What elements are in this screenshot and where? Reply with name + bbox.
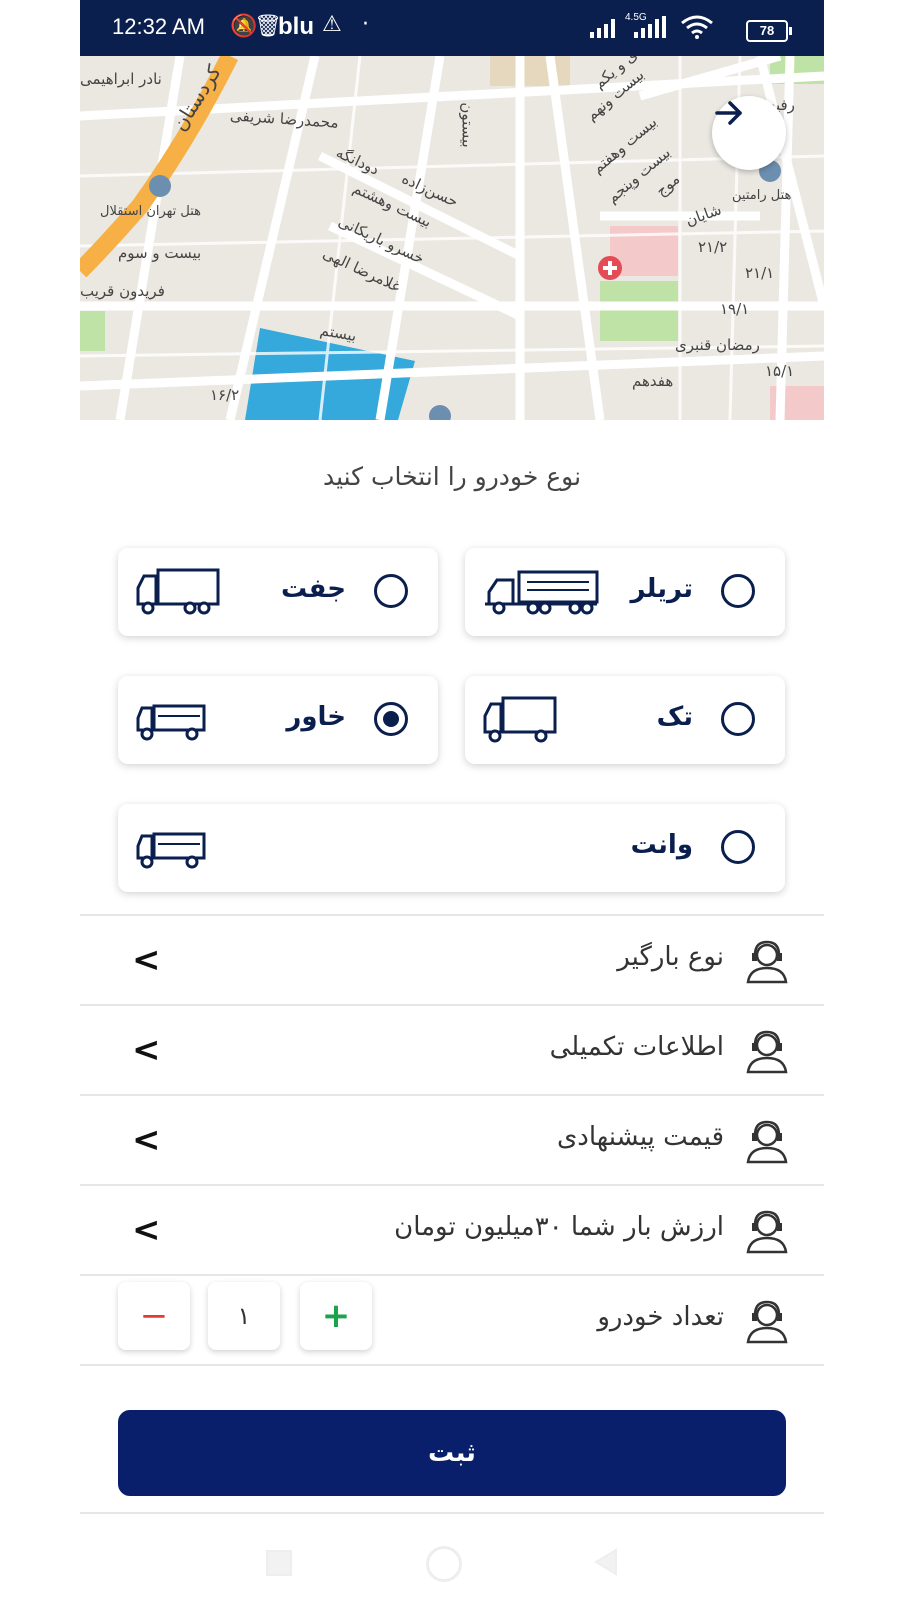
- system-nav-bar: [80, 1530, 824, 1600]
- map-label: ۱۶/۲: [210, 386, 240, 404]
- khavar-label: خاور: [286, 702, 346, 732]
- map-label: بیست و سوم: [118, 244, 202, 262]
- chevron-left-icon: <: [132, 1120, 161, 1160]
- map-label: رمضان قنبری: [675, 336, 760, 354]
- map-label: بیستون: [458, 102, 477, 148]
- chevron-left-icon: <: [132, 1030, 161, 1070]
- notification-dot-icon: ·: [362, 12, 369, 37]
- vanet-label: وانت: [630, 830, 693, 860]
- tak-truck-icon: [483, 696, 557, 743]
- row-vehicle-count: تعداد خودرو: [80, 1276, 824, 1364]
- offer-price-label: قیمت پیشنهادی: [556, 1122, 724, 1152]
- trailer-truck-icon: [485, 570, 599, 615]
- decrement-button[interactable]: −: [118, 1282, 190, 1350]
- chevron-left-icon: <: [132, 940, 161, 980]
- status-time: 12:32 AM: [112, 14, 205, 39]
- support-agent-icon: [746, 1030, 788, 1074]
- map-label: ۱۵/۱: [765, 362, 795, 380]
- quantity-value: ۱: [237, 1302, 251, 1330]
- cargo-value-label: ارزش بار شما ۳۰میلیون تومان: [394, 1212, 724, 1242]
- submit-button[interactable]: ثبت: [118, 1410, 786, 1496]
- joft-radio[interactable]: [374, 574, 408, 608]
- joft-label: جفت: [281, 574, 346, 604]
- battery-icon: 78: [746, 20, 792, 42]
- support-agent-icon: [746, 1300, 788, 1344]
- app-screen: 12:32 AM 🔕 🗑 blu ⚠ · 4.5G 78 نادر ابراهی…: [80, 0, 824, 1600]
- recents-icon[interactable]: [266, 1550, 292, 1576]
- map-label: هفدهم: [632, 372, 674, 390]
- map-label: نادر ابراهیمی: [80, 70, 162, 88]
- increment-button[interactable]: +: [300, 1282, 372, 1350]
- status-carrier: blu: [278, 13, 314, 40]
- extra-info-label: اطلاعات تکمیلی: [549, 1032, 724, 1062]
- warning-icon: ⚠: [322, 12, 342, 37]
- vehicle-option-tak[interactable]: تک: [465, 676, 785, 764]
- row-offer-price[interactable]: قیمت پیشنهادی <: [80, 1096, 824, 1184]
- home-icon[interactable]: [426, 1546, 462, 1582]
- khavar-radio-selected[interactable]: [374, 702, 408, 736]
- forward-button[interactable]: [712, 96, 786, 170]
- map-label: هتل رامتین: [732, 188, 792, 203]
- vehicle-option-joft[interactable]: جفت: [118, 548, 438, 636]
- row-extra-info[interactable]: اطلاعات تکمیلی <: [80, 1006, 824, 1094]
- map-label: فریدون قریب: [80, 282, 165, 300]
- quantity-field[interactable]: ۱: [208, 1282, 280, 1350]
- vehicle-type-heading: نوع خودرو را انتخاب کنید: [322, 462, 582, 491]
- tak-radio[interactable]: [721, 702, 755, 736]
- vanet-truck-icon: [136, 832, 206, 869]
- joft-truck-icon: [136, 568, 220, 615]
- row-cargo-value[interactable]: ارزش بار شما ۳۰میلیون تومان <: [80, 1186, 824, 1274]
- trailer-label: تریلر: [630, 574, 694, 604]
- tak-label: تک: [656, 702, 693, 732]
- support-agent-icon: [746, 1120, 788, 1164]
- signal-2-icon: [634, 16, 666, 38]
- back-icon[interactable]: [592, 1548, 620, 1576]
- map-label: هتل تهران استقلال: [100, 204, 202, 219]
- chevron-left-icon: <: [132, 1210, 161, 1250]
- divider: [80, 1512, 824, 1514]
- map-label: ۲۱/۲: [698, 238, 728, 256]
- status-bar: 12:32 AM 🔕 🗑 blu ⚠ · 4.5G 78: [80, 0, 824, 56]
- minus-icon: −: [139, 1296, 169, 1336]
- khavar-truck-icon: [136, 704, 206, 741]
- vehicle-option-khavar[interactable]: خاور: [118, 676, 438, 764]
- divider: [80, 1364, 824, 1366]
- row-cargo-type[interactable]: نوع بارگیر <: [80, 916, 824, 1004]
- map-view[interactable]: نادر ابراهیمی کردستان محمدرضا شریفی هتل …: [80, 56, 824, 420]
- map-label: ۱۹/۱: [720, 300, 750, 318]
- support-agent-icon: [746, 940, 788, 984]
- cargo-type-label: نوع بارگیر: [617, 942, 724, 972]
- support-agent-icon: [746, 1210, 788, 1254]
- signal-icon: [590, 19, 615, 38]
- trailer-radio[interactable]: [721, 574, 755, 608]
- vehicle-option-trailer[interactable]: تریلر: [465, 548, 785, 636]
- wifi-icon: [681, 15, 713, 39]
- vehicle-option-vanet[interactable]: وانت: [118, 804, 785, 892]
- vanet-radio[interactable]: [721, 830, 755, 864]
- plus-icon: +: [321, 1296, 351, 1336]
- arrow-right-icon: [715, 101, 742, 125]
- vehicle-count-label: تعداد خودرو: [597, 1302, 724, 1332]
- map-label: ۲۱/۱: [745, 264, 775, 282]
